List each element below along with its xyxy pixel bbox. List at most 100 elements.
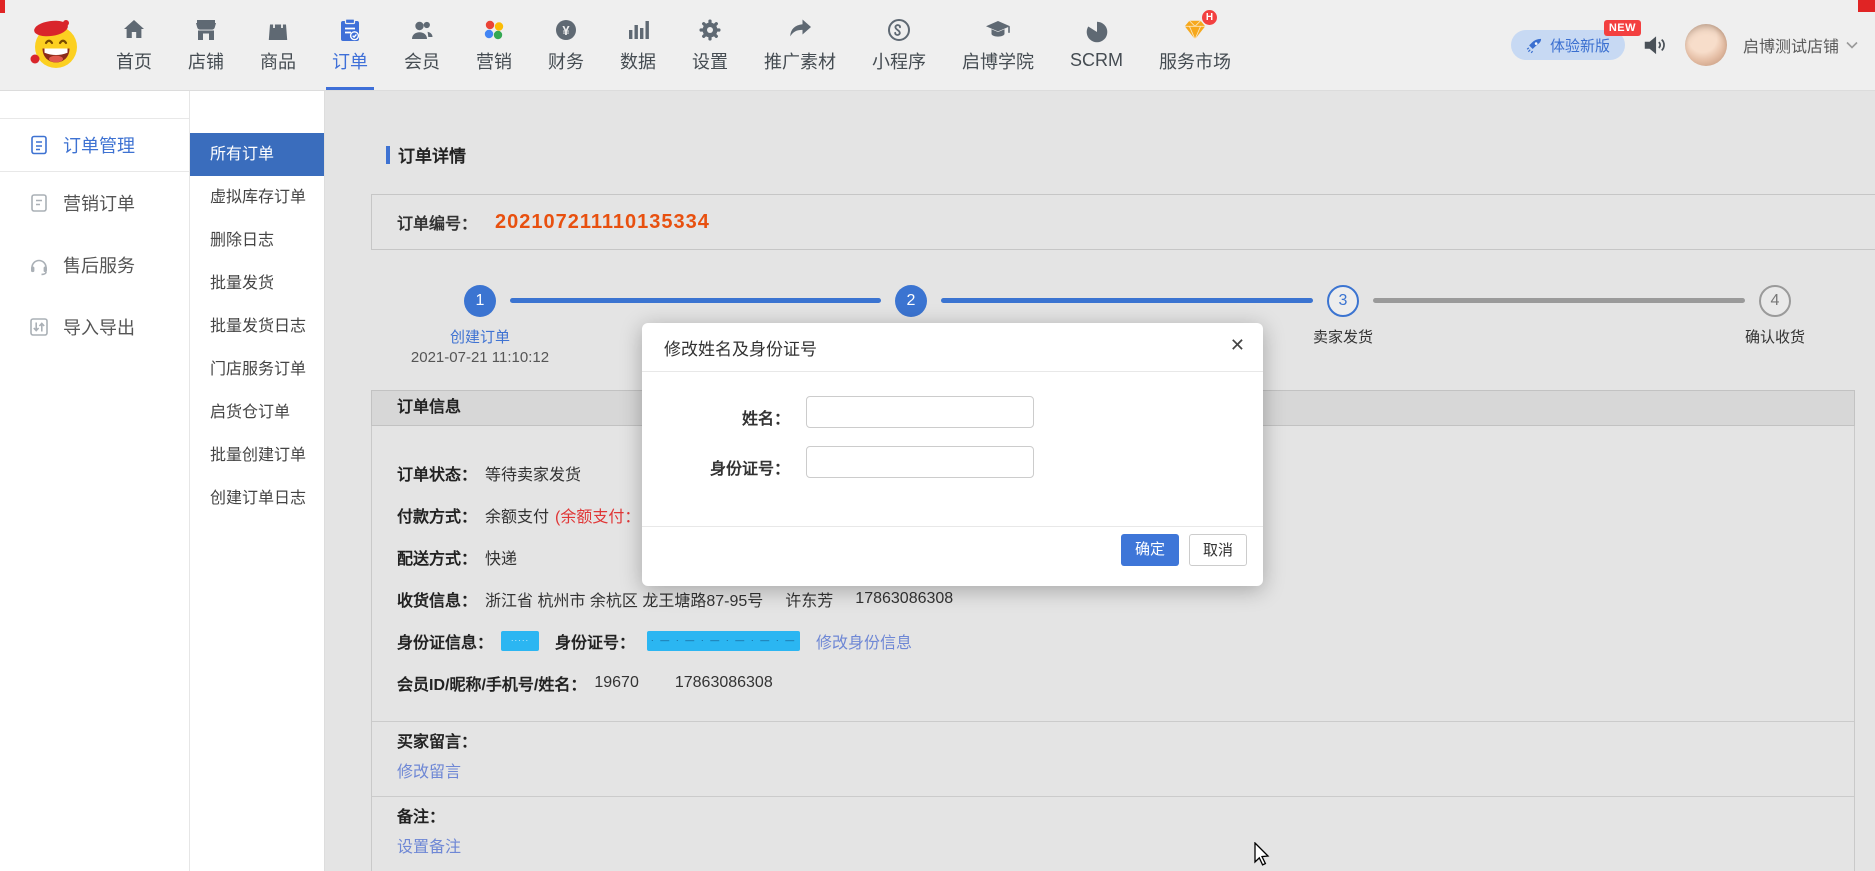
step-1-time: 2021-07-21 11:10:12 [370,349,590,366]
edit-message-link[interactable]: 修改留言 [397,764,461,781]
submenu-batch-shipping-log[interactable]: 批量发货日志 [190,305,324,348]
submenu-store-service-orders[interactable]: 门店服务订单 [190,348,324,391]
submenu-batch-create-orders[interactable]: 批量创建订单 [190,434,324,477]
main-menu: 首页 店铺 商品 订单 [100,0,1231,90]
bar-chart-icon [625,17,651,43]
yuan-coin-icon: ¥ [553,17,579,43]
chevron-down-icon [1845,40,1859,50]
edit-name-id-modal: 修改姓名及身份证号 ✕ 姓名： 身份证号： 确定 取消 [642,323,1263,586]
submenu-create-order-log[interactable]: 创建订单日志 [190,477,324,520]
submenu-virtual-stock-orders[interactable]: 虚拟库存订单 [190,176,324,219]
new-badge: NEW [1604,20,1641,36]
close-icon[interactable]: ✕ [1230,335,1245,356]
idcard-info-row: 身份证信息： ····· 身份证号： · — · — · — · — · — ·… [372,620,1854,662]
storefront-icon [193,17,219,43]
name-field-label: 姓名： [642,405,790,429]
id-field-label: 身份证号： [642,455,790,479]
import-export-icon [28,316,50,338]
id-number-input[interactable] [806,446,1034,478]
nav-right-area: 体验新版 NEW 启博测试店铺 [1511,0,1859,90]
clipboard-order-icon [337,17,363,43]
recipient-phone: 17863086308 [855,590,953,608]
home-icon [121,17,147,43]
gear-icon [697,17,723,43]
step-4-label: 确认收货 [1695,326,1855,347]
gem-icon: H [1181,17,1209,43]
modal-title: 修改姓名及身份证号 [664,335,817,360]
member-phone: 17863086308 [675,674,773,692]
nav-item-promo-materials[interactable]: 推广素材 [764,0,836,90]
member-info-row: 会员ID/昵称/手机号/姓名： 19670 17863086308 [372,662,1854,704]
idcard-number-censored: · — · — · — · — · — · — · — [647,631,800,651]
nav-item-marketing[interactable]: 营销 [476,0,512,90]
share-arrow-icon [787,17,813,43]
recipient-name: 许东芳 [785,587,833,611]
secondary-sidebar: 所有订单 虚拟库存订单 删除日志 批量发货 批量发货日志 门店服务订单 启货仓订… [190,90,325,871]
hot-badge: H [1202,10,1217,25]
submenu-all-orders[interactable]: 所有订单 [190,133,324,176]
confirm-button[interactable]: 确定 [1121,534,1179,566]
nav-item-mini-program[interactable]: 小程序 [872,0,926,90]
order-status-value: 等待卖家发货 [485,461,581,485]
nav-item-products[interactable]: 商品 [260,0,296,90]
order-doc-icon [28,134,50,156]
step-1-circle: 1 [464,285,496,317]
sidebar-item-after-sales[interactable]: 售后服务 [0,234,189,296]
nav-item-members[interactable]: 会员 [404,0,440,90]
remark-group: 备注： 设置备注 [372,796,1854,871]
page-title: 订单详情 [386,142,466,167]
member-id: 19670 [594,674,639,692]
modal-header: 修改姓名及身份证号 ✕ [642,323,1263,372]
headset-icon [28,254,50,276]
graduation-cap-icon [985,17,1011,43]
top-nav: 首页 店铺 商品 订单 [0,0,1875,91]
set-remark-link[interactable]: 设置备注 [397,839,461,856]
submenu-delete-log[interactable]: 删除日志 [190,219,324,262]
name-input[interactable] [806,396,1034,428]
nav-item-scrm[interactable]: SCRM [1070,0,1123,90]
step-line-1 [510,298,881,303]
step-3-label: 卖家发货 [1263,326,1423,347]
sidebar-item-order-management[interactable]: 订单管理 [0,118,189,172]
step-1-label: 创建订单 [400,326,560,347]
sidebar-item-import-export[interactable]: 导入导出 [0,296,189,358]
submenu-warehouse-orders[interactable]: 启货仓订单 [190,391,324,434]
marketing-doc-icon [28,192,50,214]
try-new-version-button[interactable]: 体验新版 NEW [1511,30,1625,60]
step-2-circle: 2 [895,285,927,317]
payment-value: 余额支付 [485,503,549,527]
laughing-emoji-logo-icon [26,15,84,73]
modal-footer: 确定 取消 [642,526,1263,586]
address-value: 浙江省 杭州市 余杭区 龙王塘路87-95号 [485,587,763,611]
shopping-bag-icon [265,17,291,43]
step-3-circle: 3 [1327,285,1359,317]
title-accent-bar [386,146,390,164]
edit-id-info-link[interactable]: 修改身份信息 [816,629,912,653]
nav-item-orders[interactable]: 订单 [332,0,368,90]
recording-marker-right [1858,0,1875,12]
step-line-3 [1373,298,1745,303]
submenu-batch-shipping[interactable]: 批量发货 [190,262,324,305]
sidebar-item-marketing-orders[interactable]: 营销订单 [0,172,189,234]
user-avatar[interactable] [1685,24,1727,66]
idcard-name-censored: ····· [501,631,539,651]
mini-program-icon [886,17,912,43]
shop-account-menu[interactable]: 启博测试店铺 [1743,33,1859,57]
app-logo[interactable] [26,15,84,73]
marketing-flower-icon [481,17,507,43]
nav-item-settings[interactable]: 设置 [692,0,728,90]
nav-item-academy[interactable]: 启博学院 [962,0,1034,90]
app-window: 首页 店铺 商品 订单 [0,0,1875,871]
announcement-speaker-icon[interactable] [1641,31,1669,59]
users-icon [409,17,435,43]
buyer-message-group: 买家留言： 修改留言 [372,721,1854,796]
delivery-value: 快递 [485,545,517,569]
nav-item-service-market[interactable]: H 服务市场 [1159,0,1231,90]
nav-item-store[interactable]: 店铺 [188,0,224,90]
payment-red-note: (余额支付： [555,503,640,527]
cancel-button[interactable]: 取消 [1189,534,1247,566]
nav-item-home[interactable]: 首页 [116,0,152,90]
nav-item-finance[interactable]: ¥ 财务 [548,0,584,90]
nav-item-data[interactable]: 数据 [620,0,656,90]
step-4-circle: 4 [1759,285,1791,317]
